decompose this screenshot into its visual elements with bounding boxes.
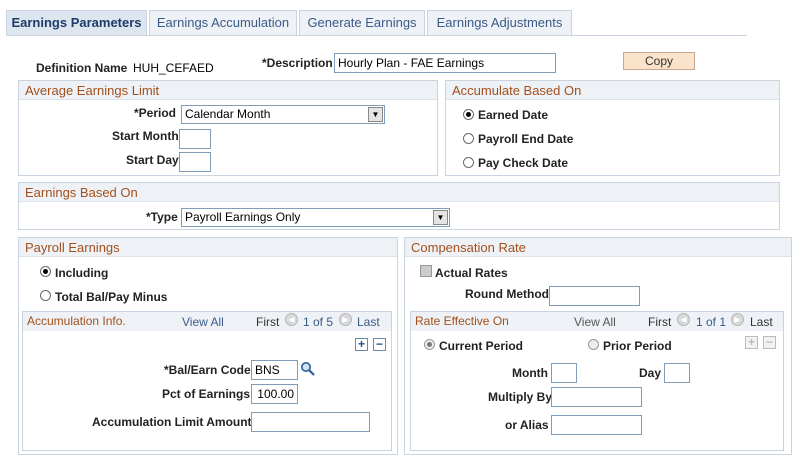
including-label: Including bbox=[55, 266, 109, 280]
period-select[interactable]: Calendar Month ▼ bbox=[181, 105, 385, 124]
payroll-earnings-title: Payroll Earnings bbox=[19, 238, 397, 257]
period-label: *Period bbox=[134, 106, 177, 120]
pct-of-earnings-input[interactable]: 100.00 bbox=[251, 384, 298, 404]
next-arrow-icon: ▶ bbox=[731, 313, 744, 326]
earned-date-label: Earned Date bbox=[478, 108, 549, 122]
lookup-search-icon[interactable] bbox=[300, 361, 316, 377]
earned-date-radio[interactable] bbox=[463, 109, 474, 120]
or-alias-label: or Alias bbox=[505, 418, 549, 432]
tab-generate-earnings[interactable]: Generate Earnings bbox=[299, 10, 425, 35]
chevron-down-icon[interactable]: ▼ bbox=[368, 107, 383, 122]
delete-row-icon[interactable]: − bbox=[373, 338, 386, 351]
actual-rates-checkbox[interactable] bbox=[420, 265, 432, 277]
average-earnings-limit-title: Average Earnings Limit bbox=[19, 81, 437, 100]
accumulation-row-counter: 1 of 5 bbox=[303, 315, 334, 329]
current-period-radio[interactable] bbox=[424, 339, 435, 350]
rate-first-link: First bbox=[648, 315, 672, 329]
day-label: Day bbox=[639, 366, 662, 380]
including-radio[interactable] bbox=[40, 266, 51, 277]
payroll-end-date-label: Payroll End Date bbox=[478, 132, 574, 146]
accumulation-limit-amount-label: Accumulation Limit Amount bbox=[92, 415, 252, 429]
total-bal-pay-minus-radio[interactable] bbox=[40, 290, 51, 301]
previous-arrow-icon[interactable]: ◀ bbox=[285, 313, 298, 326]
or-alias-input[interactable] bbox=[551, 415, 642, 435]
tab-earnings-adjustments[interactable]: Earnings Adjustments bbox=[427, 10, 572, 35]
type-selected-value: Payroll Earnings Only bbox=[185, 210, 301, 224]
day-input[interactable] bbox=[664, 363, 690, 383]
month-input[interactable] bbox=[551, 363, 577, 383]
type-label: *Type bbox=[146, 210, 178, 224]
rate-row-counter: 1 of 1 bbox=[696, 315, 727, 329]
rate-view-all-link: View All bbox=[574, 315, 616, 329]
definition-name-label: Definition Name bbox=[36, 61, 128, 75]
type-select[interactable]: Payroll Earnings Only ▼ bbox=[181, 208, 450, 227]
add-row-icon: + bbox=[745, 336, 758, 349]
average-earnings-limit-group: Average Earnings Limit bbox=[18, 80, 438, 176]
accumulation-view-all-link[interactable]: View All bbox=[182, 315, 224, 329]
pay-check-date-radio[interactable] bbox=[463, 157, 474, 168]
pct-of-earnings-label: Pct of Earnings bbox=[162, 387, 251, 401]
prior-period-label: Prior Period bbox=[603, 339, 672, 353]
accumulation-first-link[interactable]: First bbox=[256, 315, 279, 329]
bal-earn-code-label: *Bal/Earn Code bbox=[164, 363, 251, 377]
chevron-down-icon[interactable]: ▼ bbox=[433, 210, 448, 225]
bal-earn-code-input[interactable]: BNS bbox=[251, 360, 298, 380]
total-bal-pay-minus-label: Total Bal/Pay Minus bbox=[55, 290, 168, 304]
tab-earnings-accumulation[interactable]: Earnings Accumulation bbox=[149, 10, 297, 35]
multiply-by-input[interactable] bbox=[551, 387, 642, 407]
tab-divider bbox=[6, 35, 747, 36]
current-period-label: Current Period bbox=[439, 339, 524, 353]
description-input[interactable]: Hourly Plan - FAE Earnings bbox=[334, 53, 556, 73]
start-month-input[interactable] bbox=[179, 129, 211, 149]
next-arrow-icon[interactable]: ▶ bbox=[339, 313, 352, 326]
delete-row-icon: − bbox=[763, 336, 776, 349]
add-row-icon[interactable]: + bbox=[355, 338, 368, 351]
description-label: *Description bbox=[262, 56, 333, 70]
actual-rates-label: Actual Rates bbox=[435, 266, 508, 280]
month-label: Month bbox=[512, 366, 548, 380]
definition-name-value: HUH_CEFAED bbox=[133, 61, 214, 75]
period-selected-value: Calendar Month bbox=[185, 107, 271, 121]
tab-earnings-parameters[interactable]: Earnings Parameters bbox=[6, 10, 147, 36]
accumulation-last-link[interactable]: Last bbox=[357, 315, 380, 329]
start-day-input[interactable] bbox=[179, 152, 211, 172]
previous-arrow-icon: ◀ bbox=[677, 313, 690, 326]
accumulation-limit-amount-input[interactable] bbox=[251, 412, 370, 432]
rate-last-link: Last bbox=[750, 315, 773, 329]
start-day-label: Start Day bbox=[126, 153, 179, 167]
multiply-by-label: Multiply By bbox=[488, 390, 553, 404]
payroll-end-date-radio[interactable] bbox=[463, 133, 474, 144]
pay-check-date-label: Pay Check Date bbox=[478, 156, 569, 170]
accumulate-based-on-title: Accumulate Based On bbox=[446, 81, 779, 100]
compensation-rate-title: Compensation Rate bbox=[405, 238, 791, 257]
earnings-based-on-title: Earnings Based On bbox=[19, 183, 779, 202]
copy-button[interactable]: Copy bbox=[623, 52, 695, 70]
round-method-input[interactable] bbox=[549, 286, 640, 306]
start-month-label: Start Month bbox=[112, 129, 179, 143]
round-method-label: Round Method bbox=[465, 287, 549, 301]
prior-period-radio[interactable] bbox=[588, 339, 599, 350]
